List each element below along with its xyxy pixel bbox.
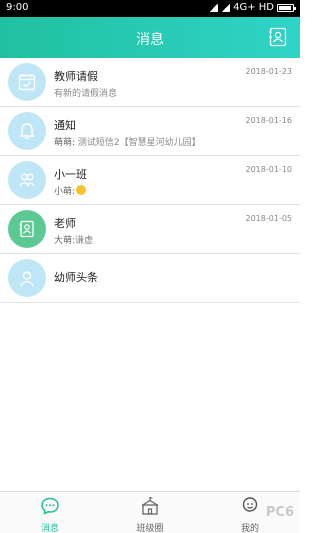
- avatar: [8, 259, 46, 297]
- header: 消息: [0, 17, 300, 58]
- status-indicators: 4G+ HD: [209, 2, 296, 13]
- message-title: 教师请假: [54, 70, 98, 83]
- message-row-teacher-leave[interactable]: 教师请假 有新的请假消息 2018-01-23: [0, 58, 300, 107]
- page-title: 消息: [136, 32, 164, 48]
- message-row-headlines[interactable]: 幼师头条: [0, 254, 300, 303]
- signal-icon: [209, 3, 219, 12]
- watermark: PC6: [265, 505, 294, 520]
- bell-icon: [19, 123, 35, 140]
- status-bar: 9:00 4G+ HD: [0, 0, 300, 17]
- avatar: [8, 112, 46, 150]
- emoji-icon: [76, 185, 87, 195]
- message-date: 2018-01-10: [245, 165, 293, 174]
- message-title: 幼师头条: [54, 271, 98, 284]
- message-row-teacher[interactable]: 老师 大萌:谦虚 2018-01-05: [0, 205, 300, 254]
- tab-label: 我的: [240, 524, 259, 533]
- user-icon: [242, 497, 258, 512]
- contacts-button[interactable]: [268, 27, 288, 47]
- contact-card-icon: [19, 220, 34, 238]
- avatar: [8, 210, 46, 248]
- group-icon: [18, 173, 36, 187]
- message-title: 老师: [54, 217, 76, 230]
- tab-messages[interactable]: 消息: [0, 492, 100, 533]
- avatar: [8, 161, 46, 199]
- message-preview: 萌萌: 测试短信2【智慧星河幼儿园】: [54, 138, 201, 148]
- bottom-tab-bar: 消息 班级圈 我的: [0, 491, 300, 533]
- network-label: 4G+ HD: [233, 2, 274, 13]
- message-preview: 小萌:: [54, 184, 87, 197]
- tab-label: 消息: [40, 524, 59, 533]
- chat-bubble-icon: [41, 497, 59, 515]
- message-row-notice[interactable]: 通知 萌萌: 测试短信2【智慧星河幼儿园】 2018-01-16: [0, 107, 300, 156]
- message-title: 通知: [54, 119, 76, 132]
- school-icon: [141, 497, 159, 515]
- message-date: 2018-01-05: [245, 214, 293, 223]
- message-list: 教师请假 有新的请假消息 2018-01-23 通知 萌萌: 测试短信2【智慧星…: [0, 58, 300, 303]
- message-title: 小一班: [54, 168, 87, 181]
- avatar: [8, 63, 46, 101]
- message-date: 2018-01-16: [245, 116, 293, 125]
- tab-label: 班级圈: [136, 524, 164, 533]
- status-time: 9:00: [6, 2, 29, 13]
- message-preview: 大萌:谦虚: [54, 236, 94, 246]
- message-date: 2018-01-23: [245, 67, 293, 76]
- signal-icon: [221, 3, 231, 12]
- tab-class-circle[interactable]: 班级圈: [100, 492, 200, 533]
- battery-icon: [277, 3, 296, 12]
- calendar-check-icon: [18, 74, 36, 91]
- message-row-class[interactable]: 小一班 小萌: 2018-01-10: [0, 156, 300, 205]
- teacher-avatar-icon: [19, 271, 35, 287]
- message-preview: 有新的请假消息: [54, 89, 118, 99]
